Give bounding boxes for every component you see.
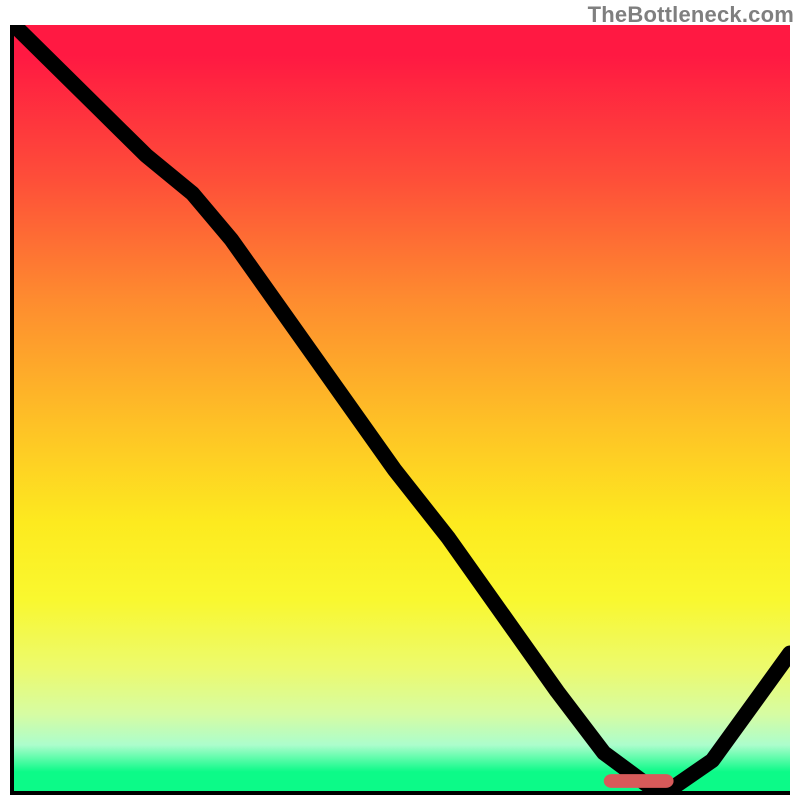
- watermark-text: TheBottleneck.com: [588, 2, 794, 28]
- curve-path: [14, 25, 790, 787]
- optimal-marker: [604, 774, 674, 788]
- chart-stage: TheBottleneck.com: [0, 0, 800, 800]
- plot-area: [10, 25, 790, 795]
- bottleneck-curve: [14, 25, 790, 791]
